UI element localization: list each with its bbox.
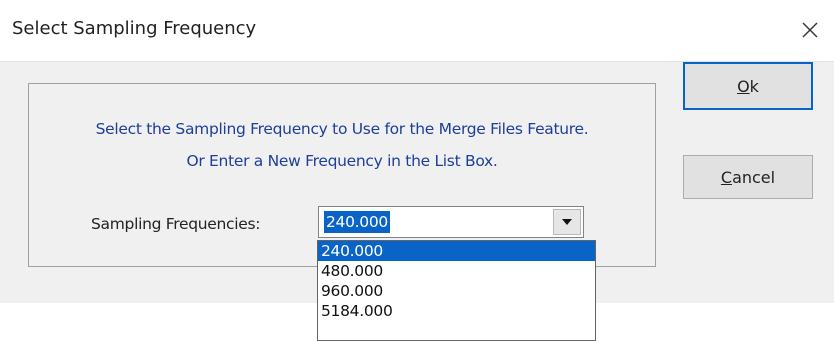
combo-selected-value[interactable]: 240.000 (324, 211, 390, 233)
cancel-label-rest: ancel (732, 167, 776, 187)
ok-mnemonic: O (737, 76, 750, 96)
dropdown-item[interactable]: 960.000 (318, 281, 595, 301)
cancel-button[interactable]: Cancel (683, 155, 813, 199)
ok-button[interactable]: Ok (683, 62, 813, 110)
sampling-frequencies-label: Sampling Frequencies: (91, 215, 261, 233)
instruction-line-1: Select the Sampling Frequency to Use for… (95, 120, 589, 138)
dropdown-item[interactable]: 480.000 (318, 261, 595, 281)
instruction-line-2: Or Enter a New Frequency in the List Box… (186, 152, 498, 170)
sampling-frequency-combobox[interactable]: 240.000 (318, 206, 584, 238)
title-bar: Select Sampling Frequency (0, 0, 834, 62)
dropdown-item[interactable]: 240.000 (318, 241, 595, 261)
chevron-down-icon (562, 219, 572, 225)
combo-dropdown-button[interactable] (553, 209, 581, 235)
close-icon (802, 22, 818, 38)
close-button[interactable] (790, 10, 830, 50)
dropdown-item[interactable]: 5184.000 (318, 301, 595, 321)
window-title: Select Sampling Frequency (12, 18, 257, 39)
cancel-mnemonic: C (720, 167, 733, 187)
ok-label-rest: k (749, 76, 759, 96)
frequency-dropdown-list[interactable]: 240.000 480.000 960.000 5184.000 (317, 240, 596, 341)
